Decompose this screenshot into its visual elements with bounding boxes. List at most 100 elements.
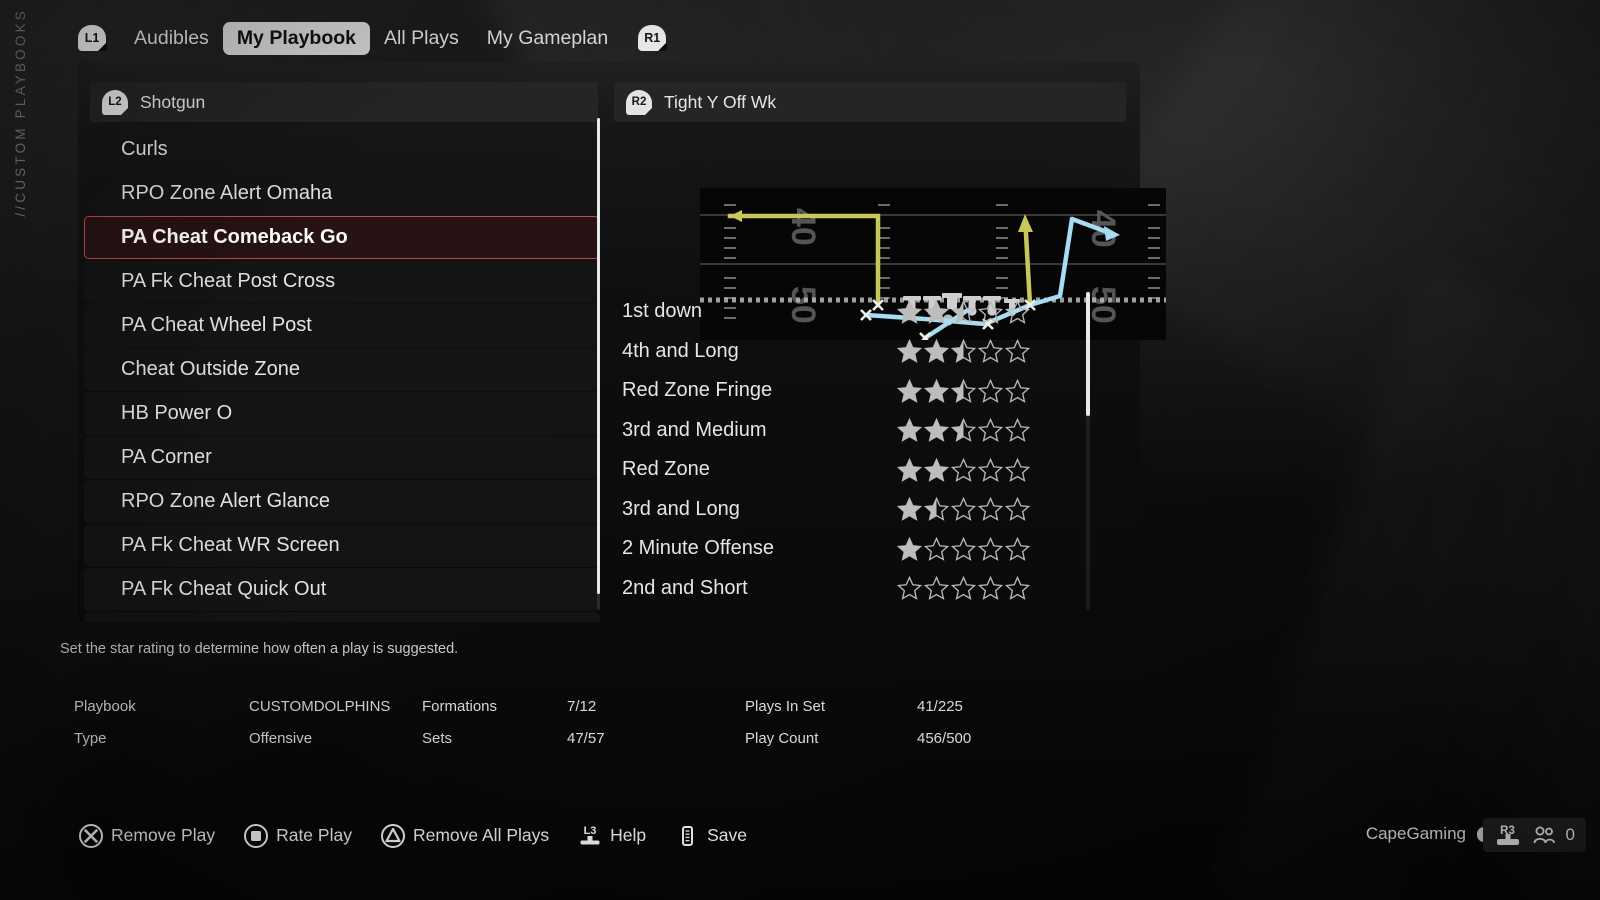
play-list-item[interactable]: PA Fk Cheat WR Screen <box>84 524 600 567</box>
star-empty-icon[interactable] <box>924 576 949 601</box>
rating-stars[interactable] <box>897 339 1030 364</box>
star-empty-icon[interactable] <box>978 339 1003 364</box>
star-full-icon[interactable] <box>897 299 922 324</box>
play-list[interactable]: Curls RPO Zone Alert Omaha PA Cheat Comeba… <box>84 128 600 622</box>
star-empty-icon[interactable] <box>951 497 976 522</box>
section-label: //CUSTOM PLAYBOOKS <box>0 0 40 420</box>
star-empty-icon[interactable] <box>978 299 1003 324</box>
star-empty-icon[interactable] <box>1005 339 1030 364</box>
play-list-item[interactable]: RPO Zone Alert Omaha <box>84 172 600 215</box>
set-name: Tight Y Off Wk <box>664 91 777 112</box>
star-empty-icon[interactable] <box>1005 299 1030 324</box>
star-half-icon[interactable] <box>951 418 976 443</box>
rating-stars[interactable] <box>897 536 1030 561</box>
star-empty-icon[interactable] <box>1005 497 1030 522</box>
ratings-scrollbar-thumb[interactable] <box>1086 292 1090 416</box>
star-empty-icon[interactable] <box>978 576 1003 601</box>
play-list-scrollbar[interactable] <box>597 118 600 610</box>
formation-column-header[interactable]: L2 Shotgun <box>90 82 598 122</box>
ratings-scrollbar[interactable] <box>1086 290 1090 610</box>
star-empty-icon[interactable] <box>1005 378 1030 403</box>
star-empty-icon[interactable] <box>978 418 1003 443</box>
play-list-item[interactable]: PA Fk Cheat Post Cross <box>84 260 600 303</box>
star-full-icon[interactable] <box>924 339 949 364</box>
star-empty-icon[interactable] <box>1005 536 1030 561</box>
l2-bumper-icon[interactable]: L2 <box>102 89 129 115</box>
rating-stars[interactable] <box>897 418 1030 443</box>
l1-bumper-icon[interactable]: L1 <box>78 25 107 51</box>
r2-bumper-icon[interactable]: R2 <box>626 89 653 115</box>
play-list-item[interactable]: PA Cheat Wheel Post <box>84 304 600 347</box>
r1-bumper-icon[interactable]: R1 <box>638 25 668 51</box>
action-save[interactable]: Save <box>674 823 747 847</box>
formation-name: Shotgun <box>140 91 206 112</box>
star-half-icon[interactable] <box>951 339 976 364</box>
tab-my-gameplan[interactable]: My Gameplan <box>473 22 622 55</box>
star-full-icon[interactable] <box>897 339 922 364</box>
action-rate-play[interactable]: Rate Play <box>243 823 352 848</box>
playbook-stats: Playbook CUSTOMDOLPHINS Formations 7/12 Play… <box>74 690 1094 754</box>
star-empty-icon[interactable] <box>1005 457 1030 482</box>
play-list-item-label: RPO Zone Alert Omaha <box>121 182 333 204</box>
rating-stars[interactable] <box>897 497 1030 522</box>
action-remove-all-plays[interactable]: Remove All Plays <box>380 823 549 848</box>
rating-row[interactable]: Red Zone Fringe <box>622 371 1082 411</box>
rating-row[interactable]: 3rd and Long <box>622 490 1082 530</box>
star-empty-icon[interactable] <box>978 457 1003 482</box>
rating-stars[interactable] <box>897 299 1030 324</box>
star-empty-icon[interactable] <box>951 576 976 601</box>
star-full-icon[interactable] <box>897 378 922 403</box>
play-list-item[interactable]: Cheat Outside Zone <box>84 348 600 391</box>
rating-row[interactable]: 2nd and Short <box>622 569 1082 609</box>
play-list-item[interactable]: RPO Zone Alert Glance <box>84 480 600 523</box>
star-empty-icon[interactable] <box>897 576 922 601</box>
r3-base <box>1496 839 1519 845</box>
action-help[interactable]: L3 Help <box>577 823 646 847</box>
situation-ratings-list[interactable]: 1st down 4th and Long Red Zone Fringe 3rd a… <box>622 292 1082 610</box>
rating-row[interactable]: 2 Minute Offense <box>622 529 1082 569</box>
star-half-icon[interactable] <box>951 299 976 324</box>
star-empty-icon[interactable] <box>978 536 1003 561</box>
rating-row[interactable]: Red Zone <box>622 450 1082 490</box>
star-empty-icon[interactable] <box>1005 418 1030 443</box>
star-half-icon[interactable] <box>924 497 949 522</box>
play-list-item[interactable]: Fk Cheat HB Stretch <box>84 612 600 622</box>
play-list-item[interactable]: PA Cheat Comeback Go <box>84 216 600 259</box>
star-empty-icon[interactable] <box>978 378 1003 403</box>
rating-stars[interactable] <box>897 378 1030 403</box>
star-half-icon[interactable] <box>951 378 976 403</box>
rating-row[interactable]: 3rd and Medium <box>622 411 1082 451</box>
star-full-icon[interactable] <box>897 457 922 482</box>
star-empty-icon[interactable] <box>951 536 976 561</box>
star-full-icon[interactable] <box>924 457 949 482</box>
set-column-header[interactable]: R2 Tight Y Off Wk <box>614 82 1126 122</box>
tab-my-playbook[interactable]: My Playbook <box>222 21 371 55</box>
play-list-item[interactable]: PA Corner <box>84 436 600 479</box>
action-remove-play[interactable]: Remove Play <box>78 823 215 848</box>
star-full-icon[interactable] <box>924 418 949 443</box>
triangle-button-icon <box>380 824 405 848</box>
r3-stick-icon[interactable]: R3 <box>1494 825 1522 845</box>
star-full-icon[interactable] <box>897 418 922 443</box>
party-button[interactable]: R3 0 <box>1482 818 1586 852</box>
rating-row[interactable]: 1st down <box>622 292 1082 332</box>
star-empty-icon[interactable] <box>1005 576 1030 601</box>
play-list-item[interactable]: PA Fk Cheat Quick Out <box>84 568 600 611</box>
rating-stars[interactable] <box>897 576 1030 601</box>
star-empty-icon[interactable] <box>951 457 976 482</box>
app-root: //CUSTOM PLAYBOOKS L1 Audibles My Playbo… <box>0 0 1600 900</box>
rating-row[interactable]: 4th and Long <box>622 332 1082 372</box>
tab-audibles[interactable]: Audibles <box>120 22 223 55</box>
action-label: Rate Play <box>276 824 352 845</box>
star-full-icon[interactable] <box>897 536 922 561</box>
star-full-icon[interactable] <box>924 378 949 403</box>
play-list-item[interactable]: Curls <box>84 128 600 171</box>
play-list-item[interactable]: HB Power O <box>84 392 600 435</box>
star-full-icon[interactable] <box>897 497 922 522</box>
star-empty-icon[interactable] <box>978 497 1003 522</box>
rating-stars[interactable] <box>897 457 1030 482</box>
star-full-icon[interactable] <box>924 299 949 324</box>
play-list-scrollbar-thumb[interactable] <box>597 118 600 594</box>
tab-all-plays[interactable]: All Plays <box>370 22 473 55</box>
star-empty-icon[interactable] <box>924 536 949 561</box>
